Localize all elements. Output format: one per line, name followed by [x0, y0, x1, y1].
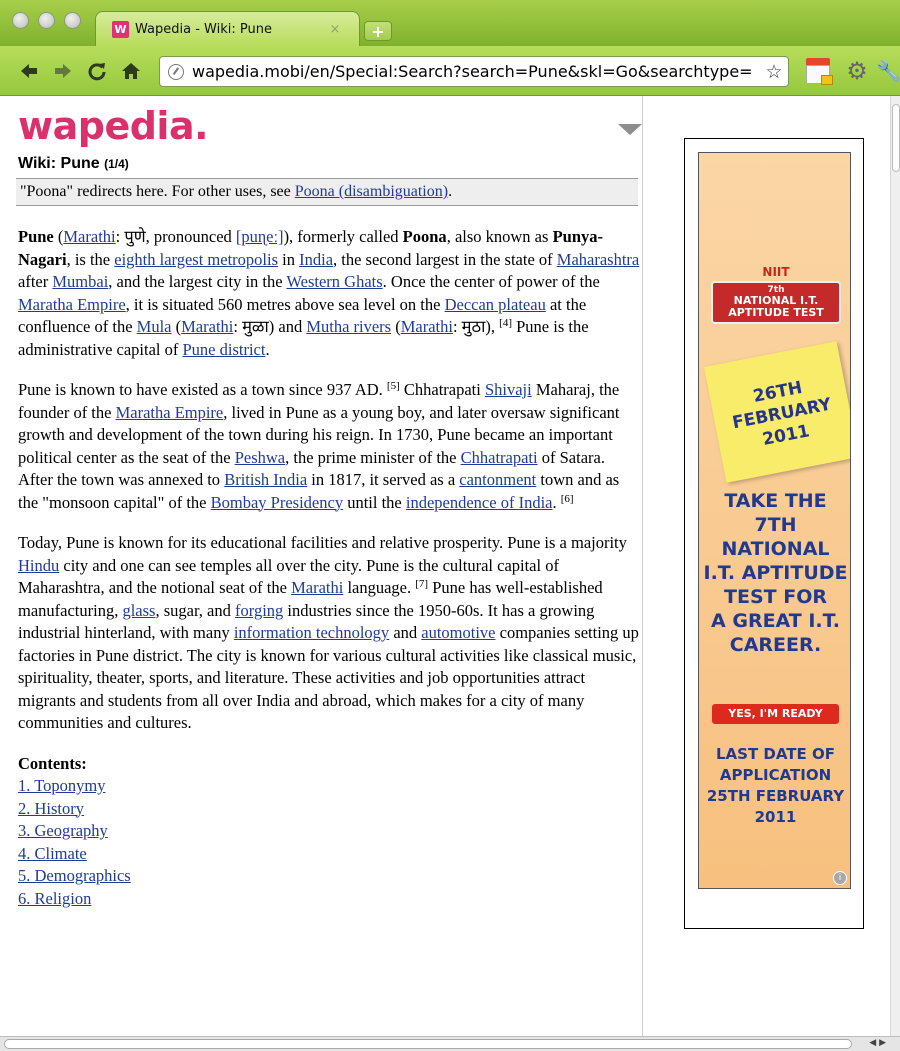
link[interactable]: independence of India	[406, 493, 553, 512]
url-text[interactable]: wapedia.mobi/en/Special:Search?search=Pu…	[192, 62, 760, 81]
ad-cta-button[interactable]: YES, I'M READY	[712, 704, 839, 724]
browser-toolbar: wapedia.mobi/en/Special:Search?search=Pu…	[0, 46, 900, 96]
ad-ribbon: NIIT 7th NATIONAL I.T. APTITUDE TEST	[711, 265, 841, 329]
toc-item[interactable]: 4. Climate	[18, 843, 640, 866]
advertisement-banner[interactable]: NIIT 7th NATIONAL I.T. APTITUDE TEST 26T…	[698, 152, 851, 889]
window-zoom-button[interactable]	[64, 12, 81, 29]
ad-info-icon[interactable]: i	[833, 871, 847, 885]
article-paragraph: Pune is known to have existed as a town …	[18, 380, 620, 512]
link[interactable]: Bombay Presidency	[211, 493, 343, 512]
link[interactable]: Maharashtra	[557, 250, 639, 269]
ad-date-note: 26TH FEBRUARY 2011	[703, 341, 850, 483]
link[interactable]: [puɳeː]	[236, 227, 284, 246]
ad-deadline: LAST DATE OF APPLICATION 25TH FEBRUARY 2…	[706, 745, 845, 826]
link[interactable]: Marathi	[401, 317, 453, 336]
link[interactable]: eighth largest metropolis	[114, 250, 278, 269]
link[interactable]: Mula	[137, 317, 172, 336]
wrench-icon[interactable]: 🔧	[876, 58, 900, 84]
disambiguation-link[interactable]: Poona (disambiguation)	[295, 183, 448, 200]
link[interactable]: Chhatrapati	[461, 448, 538, 467]
toc-item[interactable]: 1. Toponymy	[18, 775, 640, 798]
link[interactable]: Western Ghats	[286, 272, 382, 291]
link[interactable]: Marathi	[63, 227, 115, 246]
link[interactable]: Peshwa	[235, 448, 285, 467]
reference[interactable]: [5]	[387, 380, 400, 392]
gear-icon[interactable]: ⚙	[844, 58, 870, 84]
page-viewport: wapedia. Wiki: Pune (1/4) "Poona" redire…	[0, 96, 890, 1036]
contents-heading: Contents:	[18, 753, 87, 773]
scroll-arrows-icon[interactable]: ◀ ▶	[869, 1038, 886, 1048]
reference[interactable]: [7]	[415, 578, 428, 590]
ad-frame: NIIT 7th NATIONAL I.T. APTITUDE TEST 26T…	[684, 138, 864, 929]
page-info-icon[interactable]	[168, 63, 184, 80]
back-arrow-icon[interactable]	[16, 58, 42, 84]
link[interactable]: forging	[235, 601, 283, 620]
menu-dropdown-icon[interactable]	[618, 124, 642, 135]
link[interactable]: Maratha Empire	[116, 403, 224, 422]
link[interactable]: Mumbai	[52, 272, 108, 291]
new-tab-button[interactable]: +	[364, 21, 392, 41]
link[interactable]: Maratha Empire	[18, 295, 126, 314]
link[interactable]: Hindu	[18, 556, 59, 575]
link[interactable]: Mutha rivers	[306, 317, 391, 336]
wapedia-logo[interactable]: wapedia.	[18, 104, 640, 148]
window-close-button[interactable]	[12, 12, 29, 29]
link[interactable]: British India	[224, 470, 307, 489]
toc-item[interactable]: 5. Demographics	[18, 865, 640, 888]
reload-icon[interactable]	[84, 58, 110, 84]
vertical-scroll-thumb[interactable]	[892, 104, 900, 172]
redirect-notice: "Poona" redirects here. For other uses, …	[16, 178, 638, 206]
link[interactable]: Marathi	[291, 578, 343, 597]
link[interactable]: Shivaji	[485, 380, 532, 399]
link[interactable]: automotive	[421, 623, 495, 642]
ad-headline: TAKE THE 7TH NATIONAL I.T. APTITUDE TEST…	[703, 490, 848, 656]
vertical-scrollbar[interactable]	[890, 96, 900, 1036]
reference[interactable]: [4]	[499, 317, 512, 329]
wapedia-favicon-icon: W	[112, 20, 129, 38]
article-paragraph: Today, Pune is known for its educational…	[18, 533, 639, 732]
star-icon[interactable]: ☆	[760, 61, 788, 83]
link[interactable]: Pune district	[182, 340, 265, 359]
address-bar[interactable]: wapedia.mobi/en/Special:Search?search=Pu…	[159, 56, 789, 87]
reference[interactable]: [6]	[561, 493, 574, 505]
page-title: Wiki: Pune (1/4)	[18, 155, 129, 172]
link[interactable]: cantonment	[459, 470, 536, 489]
toc-item[interactable]: 6. Religion	[18, 888, 640, 911]
browser-tab[interactable]: W Wapedia - Wiki: Pune ×	[95, 11, 360, 46]
article-paragraph: Pune (Marathi: पुणे, pronounced [puɳeː])…	[18, 227, 640, 359]
window-minimize-button[interactable]	[38, 12, 55, 29]
ad-brand: NIIT	[762, 265, 790, 279]
horizontal-scroll-thumb[interactable]	[4, 1039, 852, 1049]
forward-arrow-icon[interactable]	[50, 58, 76, 84]
link[interactable]: glass	[122, 601, 155, 620]
tab-close-icon[interactable]: ×	[327, 22, 343, 37]
page-indicator: (1/4)	[104, 157, 129, 171]
link[interactable]: Marathi	[181, 317, 233, 336]
ad-ribbon-text: 7th NATIONAL I.T. APTITUDE TEST	[711, 281, 841, 324]
column-divider	[642, 96, 643, 1036]
toc-item[interactable]: 2. History	[18, 798, 640, 821]
toc-item[interactable]: 3. Geography	[18, 820, 640, 843]
article: wapedia. Wiki: Pune (1/4) "Poona" redire…	[16, 96, 642, 910]
link[interactable]: information technology	[234, 623, 389, 642]
tab-title: Wapedia - Wiki: Pune	[135, 21, 272, 37]
link[interactable]: India	[299, 250, 333, 269]
table-of-contents: 1. Toponymy 2. History 3. Geography 4. C…	[18, 775, 640, 910]
link[interactable]: Deccan plateau	[445, 295, 546, 314]
tab-strip: W Wapedia - Wiki: Pune × +	[0, 0, 900, 46]
calendar-extension-icon[interactable]	[806, 58, 833, 85]
home-icon[interactable]	[118, 58, 144, 84]
horizontal-scrollbar[interactable]: ◀ ▶	[0, 1036, 900, 1051]
